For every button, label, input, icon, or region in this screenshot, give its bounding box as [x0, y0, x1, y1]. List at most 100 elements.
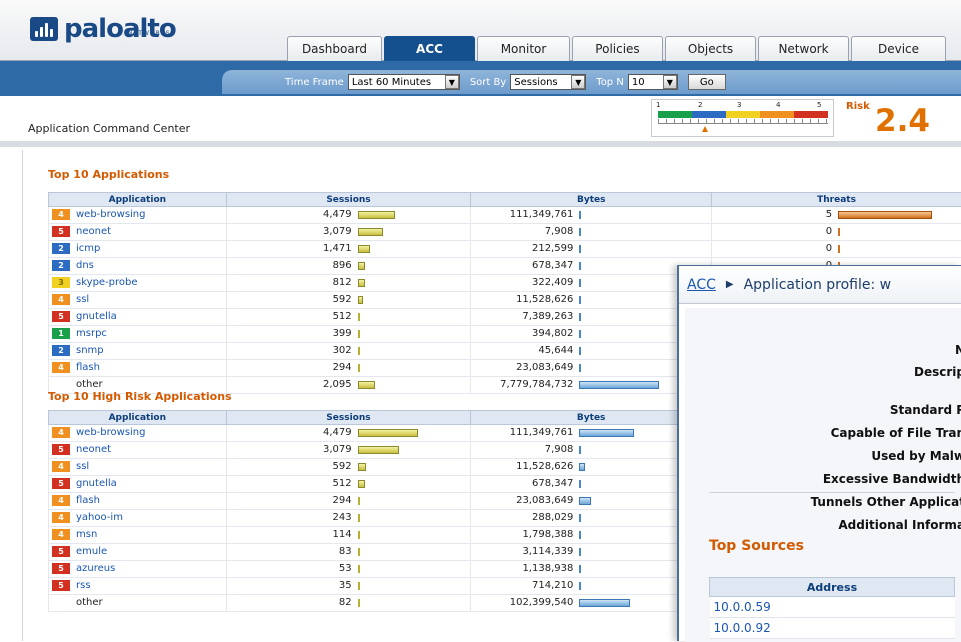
- app-link[interactable]: gnutella: [76, 478, 117, 489]
- risk-score: Risk 2.4: [838, 99, 961, 137]
- app-link[interactable]: rss: [76, 580, 91, 591]
- app-cell: 2snmp: [49, 343, 227, 360]
- sessions-cell: 4,479: [226, 207, 471, 224]
- tab-dashboard[interactable]: Dashboard: [287, 36, 382, 61]
- divider: [709, 492, 955, 493]
- table-row: 5 azureus 53 1,138,938: [49, 561, 712, 578]
- bytes-cell: 1,798,388: [471, 527, 712, 544]
- sessions-bar: [358, 330, 360, 338]
- app-cell: 5gnutella: [49, 476, 227, 493]
- tab-monitor[interactable]: Monitor: [477, 36, 570, 61]
- tab-device[interactable]: Device: [851, 36, 946, 61]
- bytes-bar: [579, 347, 581, 355]
- bytes-value: 7,779,784,732: [471, 379, 573, 390]
- bytes-value: 7,389,263: [471, 311, 573, 322]
- top-sources-title: Top Sources: [709, 538, 804, 554]
- risk-badge: 2: [52, 260, 70, 271]
- bytes-value: 11,528,626: [471, 294, 573, 305]
- bytes-cell: 678,347: [471, 258, 712, 275]
- app-link[interactable]: yahoo-im: [76, 512, 123, 523]
- profile-label-file-transfer: Capable of File Tran: [831, 426, 961, 440]
- app-link: other: [76, 379, 103, 390]
- sessions-value: 592: [227, 294, 352, 305]
- address-link[interactable]: 10.0.0.59: [710, 597, 955, 618]
- col-application[interactable]: Application: [49, 411, 227, 425]
- col-bytes[interactable]: Bytes: [471, 411, 712, 425]
- risk-badge: 4: [52, 495, 70, 506]
- breadcrumb-acc-link[interactable]: ACC: [687, 277, 716, 293]
- app-cell: 5gnutella: [49, 309, 227, 326]
- table-row: 10.0.0.59: [710, 597, 955, 618]
- bytes-bar: [579, 582, 581, 590]
- sessions-cell: 2,095: [226, 377, 471, 394]
- tab-acc[interactable]: ACC: [384, 36, 475, 61]
- col-application[interactable]: Application: [49, 193, 227, 207]
- sessions-bar: [358, 463, 366, 471]
- risk-ticks: [658, 119, 828, 124]
- app-cell: 4 flash: [49, 493, 227, 510]
- col-sessions[interactable]: Sessions: [226, 193, 471, 207]
- app-link[interactable]: ssl: [76, 461, 89, 472]
- bytes-bar: [579, 381, 659, 389]
- bytes-cell: 1,138,938: [471, 561, 712, 578]
- risk-badge: 4: [52, 362, 70, 373]
- tab-objects[interactable]: Objects: [665, 36, 756, 61]
- col-bytes[interactable]: Bytes: [471, 193, 712, 207]
- app-link[interactable]: snmp: [76, 345, 104, 356]
- bytes-value: 111,349,761: [471, 427, 573, 438]
- bytes-value: 678,347: [471, 478, 573, 489]
- app-link[interactable]: msrpc: [76, 328, 107, 339]
- app-link[interactable]: neonet: [76, 444, 111, 455]
- app-link[interactable]: neonet: [76, 226, 111, 237]
- sessions-bar: [358, 514, 360, 522]
- sortby-select[interactable]: Sessions ▼: [510, 74, 586, 90]
- app-link[interactable]: ssl: [76, 294, 89, 305]
- tab-network[interactable]: Network: [758, 36, 849, 61]
- app-link[interactable]: icmp: [76, 243, 100, 254]
- col-threats[interactable]: Threats: [712, 193, 961, 207]
- bytes-value: 1,138,938: [471, 563, 573, 574]
- app-cell: 4ssl: [49, 459, 227, 476]
- col-address[interactable]: Address: [710, 578, 955, 597]
- app-link[interactable]: dns: [76, 260, 94, 271]
- app-link[interactable]: web-browsing: [76, 209, 146, 220]
- app-link[interactable]: emule: [76, 546, 107, 557]
- sessions-value: 4,479: [227, 427, 352, 438]
- breadcrumb-current: Application profile: w: [744, 277, 892, 293]
- sortby-label: Sort By: [470, 77, 506, 88]
- sessions-value: 294: [227, 362, 352, 373]
- timeframe-value: Last 60 Minutes: [352, 77, 431, 88]
- col-sessions[interactable]: Sessions: [226, 411, 471, 425]
- sortby-value: Sessions: [514, 77, 557, 88]
- bytes-cell: 7,389,263: [471, 309, 712, 326]
- app-link[interactable]: skype-probe: [76, 277, 138, 288]
- app-link[interactable]: msn: [76, 529, 97, 540]
- app-cell: 5rss: [49, 578, 227, 595]
- profile-label-bandwidth: Excessive Bandwidth: [823, 472, 961, 486]
- popup-breadcrumb: ACC ▶ Application profile: w: [679, 266, 961, 304]
- sessions-value: 53: [227, 563, 352, 574]
- topn-select[interactable]: 10▼: [628, 74, 678, 90]
- go-button[interactable]: Go: [688, 74, 726, 90]
- sessions-cell: 35: [226, 578, 471, 595]
- app-cell: 1msrpc: [49, 326, 227, 343]
- tab-policies[interactable]: Policies: [572, 36, 663, 61]
- timeframe-select[interactable]: Last 60 Minutes▼: [348, 74, 460, 90]
- app-link[interactable]: flash: [76, 495, 100, 506]
- app-cell: 3skype-probe: [49, 275, 227, 292]
- filter-bar: Time Frame Last 60 Minutes▼ Sort By Sess…: [222, 70, 961, 94]
- app-link[interactable]: azureus: [76, 563, 115, 574]
- chevron-down-icon: ▼: [571, 75, 585, 89]
- app-link[interactable]: gnutella: [76, 311, 117, 322]
- risk-badge: 5: [52, 563, 70, 574]
- bytes-bar: [579, 211, 581, 219]
- app-link[interactable]: flash: [76, 362, 100, 373]
- threats-value: 5: [712, 209, 832, 220]
- profile-label-malware: Used by Malw: [871, 449, 961, 463]
- app-cell: 2 dns: [49, 258, 227, 275]
- app-link[interactable]: web-browsing: [76, 427, 146, 438]
- timeframe-label: Time Frame: [285, 77, 344, 88]
- address-link[interactable]: 10.0.0.92: [710, 618, 955, 639]
- sessions-bar: [358, 429, 418, 437]
- bytes-value: 102,399,540: [471, 597, 573, 608]
